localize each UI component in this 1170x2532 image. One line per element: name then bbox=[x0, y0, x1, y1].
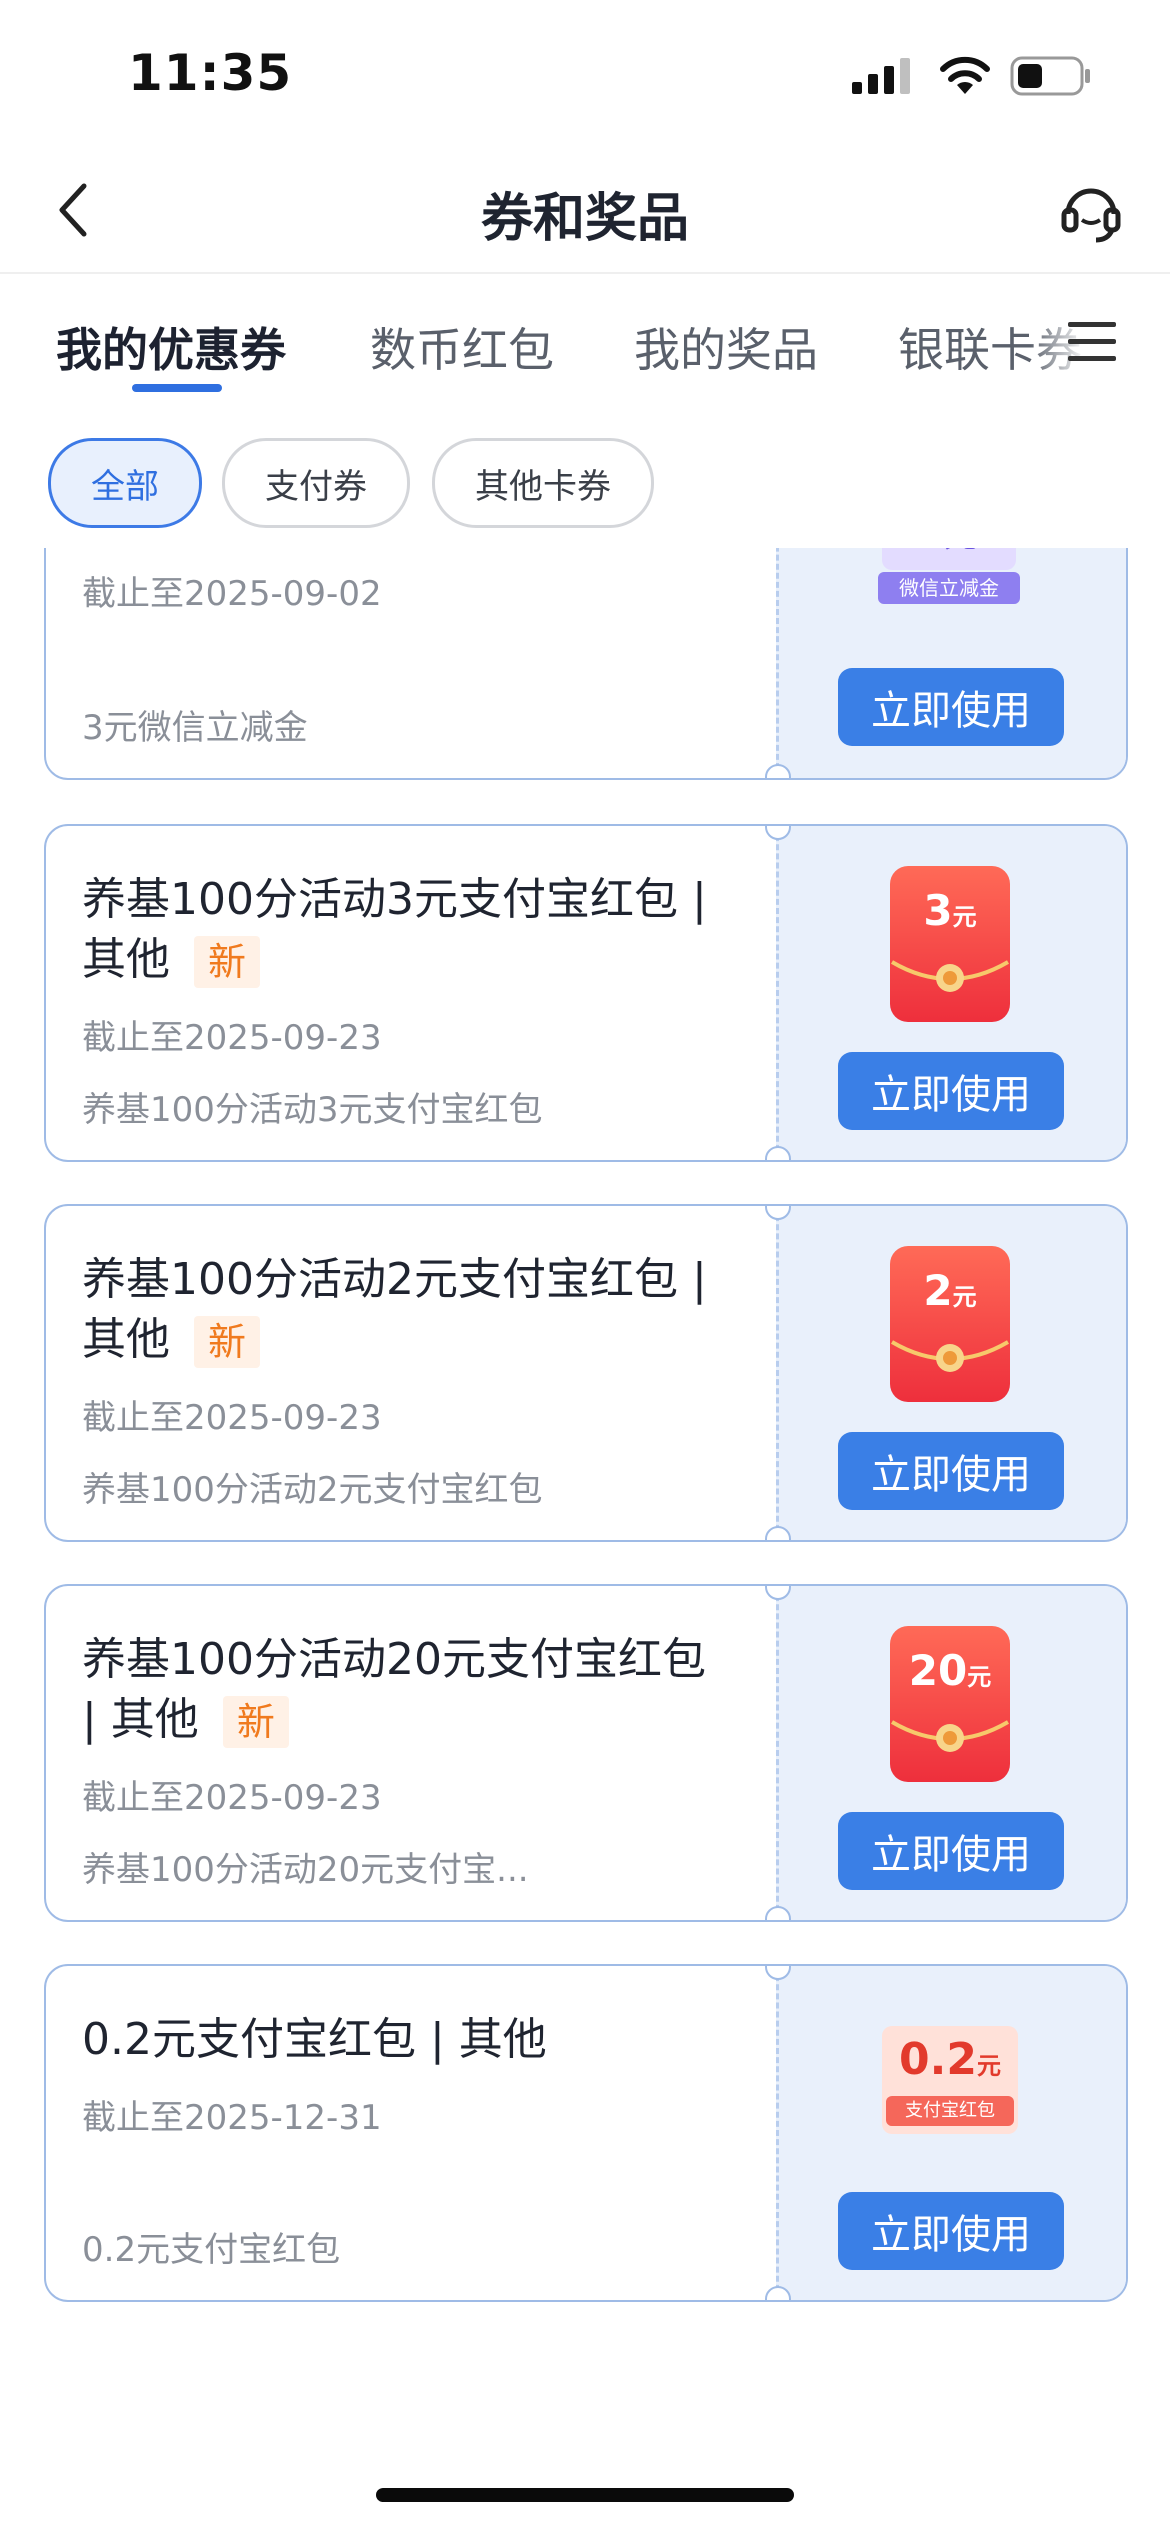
new-badge: 新 bbox=[194, 1316, 261, 1368]
alipay-red-packet-visual: 0.2元 支付宝红包 bbox=[876, 2026, 1024, 2136]
filter-all[interactable]: 全部 bbox=[48, 438, 202, 528]
coupon-amount: 20 bbox=[908, 1646, 968, 1695]
filter-payment-coupons[interactable]: 支付券 bbox=[222, 438, 410, 528]
coupon-expiry: 截止至2025-09-02 bbox=[82, 574, 382, 614]
coupon-description: 3元微信立减金 bbox=[82, 708, 308, 748]
home-indicator[interactable] bbox=[376, 2488, 794, 2502]
tab-my-prizes[interactable]: 我的奖品 bbox=[634, 314, 818, 380]
use-now-button[interactable]: 立即使用 bbox=[838, 1432, 1064, 1510]
active-tab-indicator bbox=[132, 384, 222, 392]
new-badge: 新 bbox=[194, 936, 261, 988]
coupon-visual-label: 微信立减金 bbox=[878, 572, 1020, 604]
coupon-description: 0.2元支付宝红包 bbox=[82, 2230, 341, 2270]
svg-text:3元: 3元 bbox=[920, 548, 978, 555]
coupon-amount: 3 bbox=[923, 886, 953, 935]
coupon-description: 养基100分活动20元支付宝... bbox=[82, 1850, 529, 1890]
coupon-expiry: 截止至2025-09-23 bbox=[82, 1398, 382, 1438]
coupon-card: 3元 微信立减金 截止至2025-09-02 3元微信立减金 立即使用 bbox=[44, 548, 1128, 780]
battery-icon bbox=[1010, 56, 1090, 96]
navigation-bar: 券和奖品 bbox=[0, 150, 1170, 274]
wechat-coupon-icon: 3元 bbox=[882, 548, 1016, 570]
coupon-card: 0.2元支付宝红包 | 其他 截止至2025-12-31 0.2元支付宝红包 0… bbox=[44, 1964, 1128, 2302]
coupon-expiry: 截止至2025-09-23 bbox=[82, 1778, 382, 1818]
filter-other-card-coupons[interactable]: 其他卡券 bbox=[432, 438, 654, 528]
coupon-expiry: 截止至2025-09-23 bbox=[82, 1018, 382, 1058]
tab-digital-currency-red-packet[interactable]: 数币红包 bbox=[370, 314, 554, 380]
coupon-title: 养基100分活动20元支付宝红包 | 其他新 bbox=[82, 1630, 722, 1750]
coupon-title: 养基100分活动2元支付宝红包 | 其他新 bbox=[82, 1250, 722, 1370]
use-now-button[interactable]: 立即使用 bbox=[838, 1812, 1064, 1890]
coupon-title: 养基100分活动3元支付宝红包 | 其他新 bbox=[82, 870, 722, 990]
coupon-card: 养基100分活动2元支付宝红包 | 其他新 截止至2025-09-23 养基10… bbox=[44, 1204, 1128, 1542]
use-now-button[interactable]: 立即使用 bbox=[838, 668, 1064, 746]
coupon-unit: 元 bbox=[976, 2052, 1001, 2080]
coupon-unit: 元 bbox=[967, 1663, 992, 1691]
cellular-signal-icon bbox=[852, 58, 910, 94]
coupon-unit: 元 bbox=[952, 903, 977, 931]
coupon-amount: 2 bbox=[923, 1266, 953, 1315]
red-envelope-icon: 20元 bbox=[888, 1624, 1012, 1784]
tab-my-coupons[interactable]: 我的优惠券 bbox=[56, 314, 286, 380]
wifi-icon bbox=[940, 56, 990, 94]
coupon-description: 养基100分活动3元支付宝红包 bbox=[82, 1090, 543, 1130]
status-bar: 11:35 bbox=[0, 0, 1170, 150]
status-time: 11:35 bbox=[128, 44, 293, 102]
coupon-card: 养基100分活动20元支付宝红包 | 其他新 截止至2025-09-23 养基1… bbox=[44, 1584, 1128, 1922]
customer-service-headset-icon[interactable] bbox=[1058, 178, 1124, 244]
coupon-card: 养基100分活动3元支付宝红包 | 其他新 截止至2025-09-23 养基10… bbox=[44, 824, 1128, 1162]
coupon-description: 养基100分活动2元支付宝红包 bbox=[82, 1470, 543, 1510]
page-title: 券和奖品 bbox=[480, 189, 689, 249]
coupon-title: 0.2元支付宝红包 | 其他 bbox=[82, 2014, 547, 2065]
red-envelope-icon: 2元 bbox=[888, 1244, 1012, 1404]
coupon-visual-label: 支付宝红包 bbox=[886, 2096, 1014, 2126]
wechat-discount-visual: 3元 微信立减金 bbox=[878, 548, 1020, 612]
coupon-unit: 元 bbox=[952, 1283, 977, 1311]
category-tabs: 我的优惠券 数币红包 我的奖品 银联卡券 bbox=[0, 272, 1170, 402]
coupon-expiry: 截止至2025-12-31 bbox=[82, 2098, 382, 2138]
filter-chips: 全部 支付券 其他卡券 bbox=[0, 432, 1170, 528]
use-now-button[interactable]: 立即使用 bbox=[838, 1052, 1064, 1130]
menu-icon[interactable] bbox=[1066, 316, 1118, 368]
red-envelope-icon: 3元 bbox=[888, 864, 1012, 1024]
coupon-list: 3元 微信立减金 截止至2025-09-02 3元微信立减金 立即使用 养基10… bbox=[0, 548, 1170, 2428]
use-now-button[interactable]: 立即使用 bbox=[838, 2192, 1064, 2270]
coupon-amount: 0.2 bbox=[899, 2034, 977, 2085]
new-badge: 新 bbox=[222, 1696, 289, 1748]
